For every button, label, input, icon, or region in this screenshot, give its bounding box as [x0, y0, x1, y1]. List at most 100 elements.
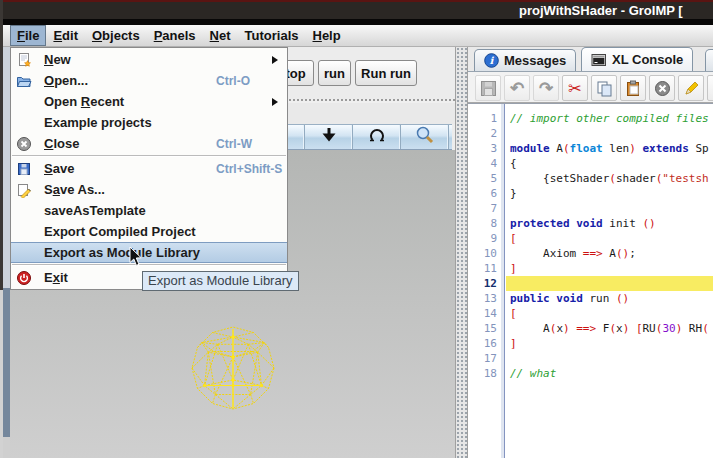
- tab-label: XL Console: [612, 52, 683, 67]
- new-icon: [14, 52, 34, 68]
- undo-button[interactable]: ↶: [504, 75, 530, 101]
- line-number: 9: [468, 231, 497, 246]
- line-number: 12: [468, 276, 497, 291]
- line-number: 15: [468, 321, 497, 336]
- console-tabbar: iMessages XL Console: [468, 47, 713, 71]
- run-run-button[interactable]: Run run: [355, 60, 417, 86]
- line-number: 14: [468, 306, 497, 321]
- menubar-item-panels[interactable]: Panels: [147, 25, 203, 46]
- undo-icon: ↶: [510, 78, 524, 99]
- console-toolbar: ↶ ↷ ✂ ✕: [468, 71, 713, 103]
- mouse-cursor: [129, 246, 143, 267]
- marker-icon: [683, 80, 700, 97]
- redo-icon: ↷: [539, 78, 553, 99]
- menu-item-close[interactable]: Close Ctrl-W: [11, 133, 287, 154]
- line-number: 3: [468, 141, 497, 156]
- menu-separator: [12, 264, 286, 266]
- menubar-item-file[interactable]: File: [10, 25, 46, 46]
- menu-bar: FileEditObjectsPanelsNetTutorialsHelp: [0, 25, 713, 47]
- menu-item-export-compiled-project[interactable]: Export Compiled Project: [11, 221, 287, 242]
- rotate-button[interactable]: [353, 125, 401, 149]
- zoom-icon: [414, 125, 436, 149]
- menu-item-open-recent[interactable]: Open Recent: [11, 91, 287, 112]
- code-line: [: [510, 306, 517, 321]
- menu-item-shortcut: Ctrl-O: [216, 74, 250, 88]
- code-line: // import other compiled files: [510, 111, 709, 126]
- tab-partial[interactable]: [705, 49, 713, 71]
- menu-item-label: Example projects: [44, 115, 152, 130]
- code-editor[interactable]: 123456789101112131415161718 // import ot…: [468, 103, 713, 458]
- active-line-highlight: [506, 276, 713, 291]
- submenu-arrow-icon: [272, 98, 278, 106]
- extra-button[interactable]: ✕: [707, 75, 713, 101]
- line-number: 16: [468, 336, 497, 351]
- info-icon: i: [484, 53, 499, 68]
- clear-icon: [654, 80, 671, 97]
- menu-item-label: Export Compiled Project: [44, 224, 196, 239]
- menu-item-label: Open Recent: [44, 94, 124, 109]
- menubar-item-tutorials[interactable]: Tutorials: [238, 25, 306, 46]
- run-button[interactable]: run: [318, 60, 351, 86]
- cut-button[interactable]: ✂: [562, 75, 588, 101]
- wireframe-sphere: [188, 323, 278, 413]
- line-number: 7: [468, 201, 497, 216]
- paste-button[interactable]: [620, 75, 646, 101]
- menu-item-label: Open...: [44, 73, 88, 88]
- groimp-window: projWithSHader - GroIMP [ FileEditObject…: [0, 0, 713, 458]
- code-line: A(x) ==> F(x) [RU(30) RH(: [510, 321, 709, 336]
- menubar-item-help[interactable]: Help: [306, 25, 348, 46]
- code-line: // what: [510, 366, 556, 381]
- menu-item-export-as-module-library[interactable]: Export as Module Library: [11, 242, 287, 263]
- line-number: 10: [468, 246, 497, 261]
- line-number-gutter: 123456789101112131415161718: [468, 104, 505, 458]
- cut-icon: ✂: [568, 79, 581, 98]
- code-line: module A(float len) extends Sp: [510, 141, 709, 156]
- line-number: 8: [468, 216, 497, 231]
- code-line: {setShader(shader("testsh: [510, 171, 709, 186]
- code-line: Axiom ==> A();: [510, 246, 636, 261]
- console-icon: [591, 53, 607, 67]
- menu-item-example-projects[interactable]: Example projects: [11, 112, 287, 133]
- line-number: 5: [468, 171, 497, 186]
- code-line: }: [510, 186, 517, 201]
- code-line: [: [510, 231, 517, 246]
- download-icon: [318, 125, 340, 149]
- menu-item-saveastemplate[interactable]: saveAsTemplate: [11, 200, 287, 221]
- menu-item-shortcut: Ctrl+Shift-S: [216, 162, 282, 176]
- menu-item-label: Close: [44, 136, 79, 151]
- download-button[interactable]: [305, 125, 353, 149]
- menu-item-shortcut: Ctrl-W: [216, 137, 252, 151]
- panel-splitter[interactable]: [455, 47, 468, 458]
- menu-item-label: saveAsTemplate: [44, 203, 146, 218]
- menu-item-save[interactable]: SaveCtrl+Shift-S: [11, 158, 287, 179]
- clear-button[interactable]: [649, 75, 675, 101]
- left-scrollbar-end: [3, 437, 10, 458]
- menubar-item-net[interactable]: Net: [203, 25, 238, 46]
- redo-button[interactable]: ↷: [533, 75, 559, 101]
- save-button[interactable]: [475, 75, 501, 101]
- marker-button[interactable]: [678, 75, 704, 101]
- saveas-icon: [14, 182, 34, 198]
- close-icon: [14, 136, 34, 152]
- menubar-item-edit[interactable]: Edit: [46, 25, 85, 46]
- menu-item-open[interactable]: Open... Ctrl-O: [11, 70, 287, 91]
- title-bar[interactable]: projWithSHader - GroIMP [: [0, 0, 713, 19]
- code-line: protected void init (): [510, 216, 656, 231]
- menubar-item-objects[interactable]: Objects: [85, 25, 147, 46]
- menu-item-save-as[interactable]: Save As...: [11, 179, 287, 200]
- save-icon: [480, 80, 497, 97]
- code-line: ]: [510, 336, 517, 351]
- rotate-icon: [366, 125, 388, 149]
- tab-xl-console[interactable]: XL Console: [581, 47, 693, 71]
- left-scrollbar-thumb[interactable]: [3, 288, 10, 437]
- line-number: 4: [468, 156, 497, 171]
- menu-item-label: New: [44, 52, 71, 67]
- tab-messages[interactable]: iMessages: [474, 49, 576, 71]
- copy-button[interactable]: [591, 75, 617, 101]
- menu-separator: [12, 155, 286, 157]
- menu-item-new[interactable]: New: [11, 49, 287, 70]
- menu-item-label: Save As...: [44, 182, 105, 197]
- console-panel: iMessagesXL Console ↶↷✂✕ 123456789101112…: [468, 47, 713, 458]
- zoom-button[interactable]: [401, 125, 449, 149]
- exit-icon: [14, 270, 34, 286]
